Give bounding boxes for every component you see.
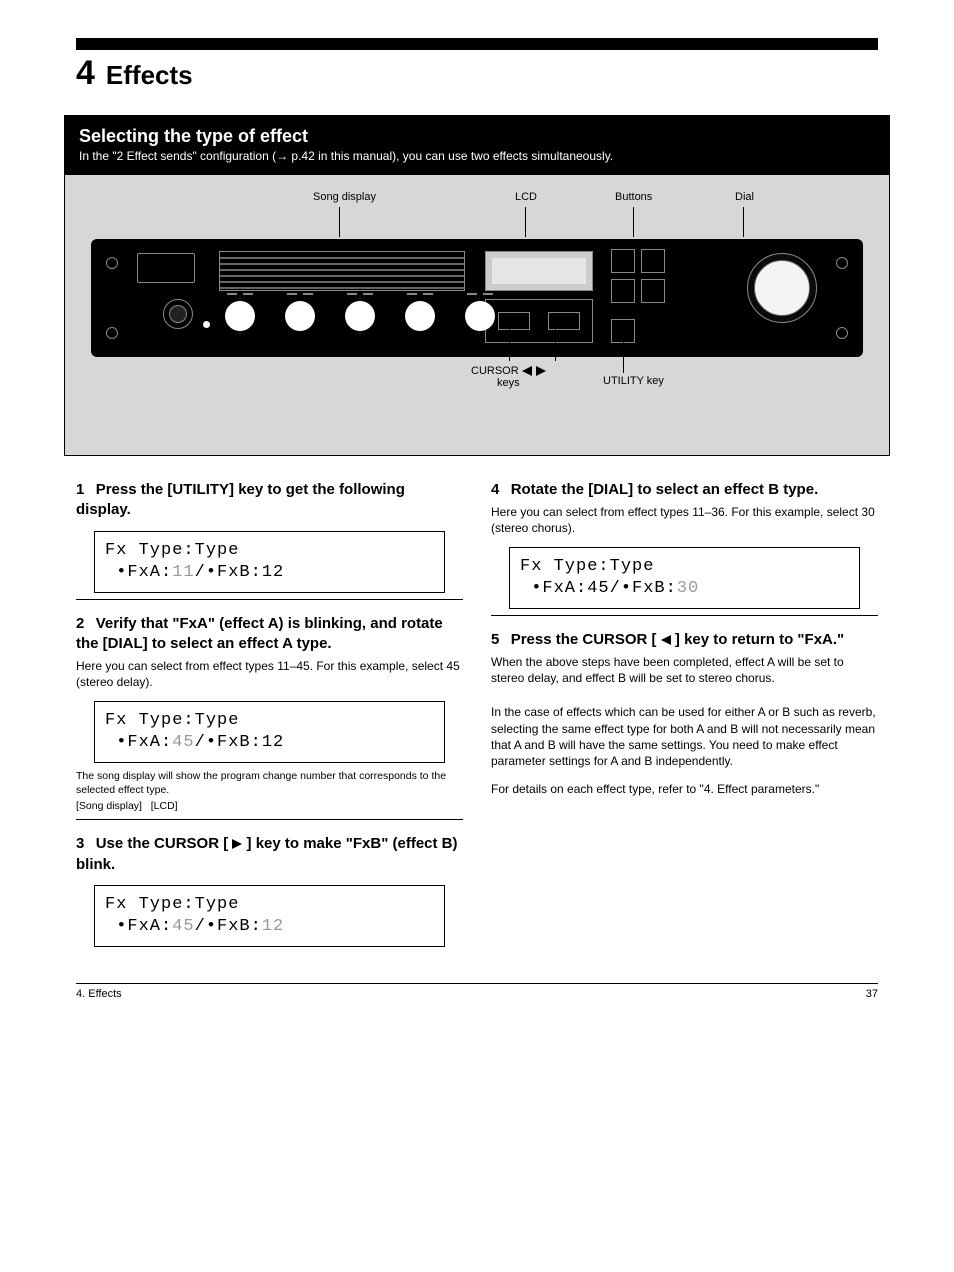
lead-line bbox=[633, 207, 634, 237]
led-indicator bbox=[203, 321, 210, 328]
lcd-readout-3: Fx Type:Type •FxA:45/•FxB:12 bbox=[94, 885, 445, 947]
lead-line bbox=[555, 325, 556, 361]
panel-button[interactable] bbox=[641, 279, 665, 303]
section-title: Selecting the type of effect bbox=[79, 126, 875, 147]
rotary-knob[interactable] bbox=[225, 301, 255, 331]
step-2-head: Verify that "FxA" (effect A) is blinking… bbox=[76, 615, 443, 652]
page-footer: 4. Effects 37 bbox=[76, 988, 878, 1000]
rotary-knob[interactable] bbox=[405, 301, 435, 331]
right-column: 4 Rotate the [DIAL] to select an effect … bbox=[491, 466, 878, 953]
step-4-body: Here you can select from effect types 11… bbox=[491, 504, 878, 536]
song-display bbox=[219, 251, 465, 291]
footer-rule bbox=[76, 983, 878, 984]
lead-line bbox=[623, 331, 624, 373]
arrow-left-icon bbox=[661, 635, 671, 645]
afterword-2: For details on each effect type, refer t… bbox=[491, 781, 878, 797]
rack-ear-right bbox=[831, 253, 853, 343]
footer-page-number: 37 bbox=[866, 988, 878, 1000]
lcd-screen bbox=[485, 251, 593, 291]
step-3-head: Use the CURSOR [ ] key to make "FxB" (ef… bbox=[76, 835, 458, 872]
lead-line bbox=[743, 207, 744, 237]
knob-row bbox=[225, 301, 495, 331]
cursor-key-panel bbox=[485, 299, 593, 343]
lead-line bbox=[339, 207, 340, 237]
top-rule bbox=[76, 38, 878, 50]
label-dial: Dial bbox=[735, 191, 754, 203]
label-buttons: Buttons bbox=[615, 191, 652, 203]
step-1-head: Press the [UTILITY] key to get the follo… bbox=[76, 481, 405, 518]
chapter-number: 4 bbox=[76, 54, 94, 93]
panel-button[interactable] bbox=[641, 249, 665, 273]
section-subtitle: In the "2 Effect sends" configuration (→… bbox=[79, 149, 875, 163]
lead-line bbox=[509, 325, 510, 361]
rotary-knob[interactable] bbox=[285, 301, 315, 331]
chapter-title: Effects bbox=[106, 60, 193, 91]
lcd-readout-1: Fx Type:Type •FxA:11/•FxB:12 bbox=[94, 531, 445, 593]
step-2-body: Here you can select from effect types 11… bbox=[76, 658, 463, 690]
arrow-left-icon bbox=[522, 366, 532, 376]
panel-button[interactable] bbox=[611, 279, 635, 303]
arrow-right-icon bbox=[536, 366, 546, 376]
lcd-readout-4: Fx Type:Type •FxA:45/•FxB:30 bbox=[509, 547, 860, 609]
lead-line bbox=[525, 207, 526, 237]
cursor-right-key[interactable] bbox=[548, 312, 580, 330]
rotary-knob[interactable] bbox=[345, 301, 375, 331]
rack-ear-left bbox=[101, 253, 123, 343]
label-utility: UTILITY key bbox=[603, 375, 664, 387]
section-title-bar: Selecting the type of effect In the "2 E… bbox=[65, 116, 889, 175]
page-header: 4 Effects bbox=[76, 54, 878, 93]
input-jack bbox=[163, 299, 193, 329]
footer-section: 4. Effects bbox=[76, 988, 122, 1000]
panel-button[interactable] bbox=[611, 249, 635, 273]
button-grid bbox=[611, 249, 683, 309]
rack-unit bbox=[91, 239, 863, 357]
step-2: 2 Verify that "FxA" (effect A) is blinki… bbox=[76, 614, 463, 691]
arrow-right-icon bbox=[232, 839, 242, 849]
label-song-display: Song display bbox=[313, 191, 376, 203]
step-2-note: The song display will show the program c… bbox=[76, 769, 463, 814]
label-keys: keys bbox=[497, 377, 520, 389]
step-1: 1 Press the [UTILITY] key to get the fol… bbox=[76, 480, 463, 521]
dial-knob[interactable] bbox=[747, 253, 817, 323]
section-box: Selecting the type of effect In the "2 E… bbox=[64, 115, 890, 456]
step-5-head: Press the CURSOR [ ] key to return to "F… bbox=[511, 631, 844, 648]
label-lcd: LCD bbox=[515, 191, 537, 203]
card-slot bbox=[137, 253, 195, 283]
lcd-readout-2: Fx Type:Type •FxA:45/•FxB:12 bbox=[94, 701, 445, 763]
step-5: 5 Press the CURSOR [ ] key to return to … bbox=[491, 630, 878, 687]
step-4: 4 Rotate the [DIAL] to select an effect … bbox=[491, 480, 878, 537]
left-column: 1 Press the [UTILITY] key to get the fol… bbox=[76, 466, 463, 953]
device-diagram: Song display LCD Buttons Dial bbox=[65, 175, 889, 455]
cursor-left-key[interactable] bbox=[498, 312, 530, 330]
afterword-1: In the case of effects which can be used… bbox=[491, 704, 878, 769]
label-cursor: CURSOR keys bbox=[471, 365, 546, 389]
step-3: 3 Use the CURSOR [ ] key to make "FxB" (… bbox=[76, 834, 463, 875]
rotary-knob[interactable] bbox=[465, 301, 495, 331]
step-5-body: When the above steps have been completed… bbox=[491, 654, 878, 686]
step-4-head: Rotate the [DIAL] to select an effect B … bbox=[511, 481, 819, 498]
